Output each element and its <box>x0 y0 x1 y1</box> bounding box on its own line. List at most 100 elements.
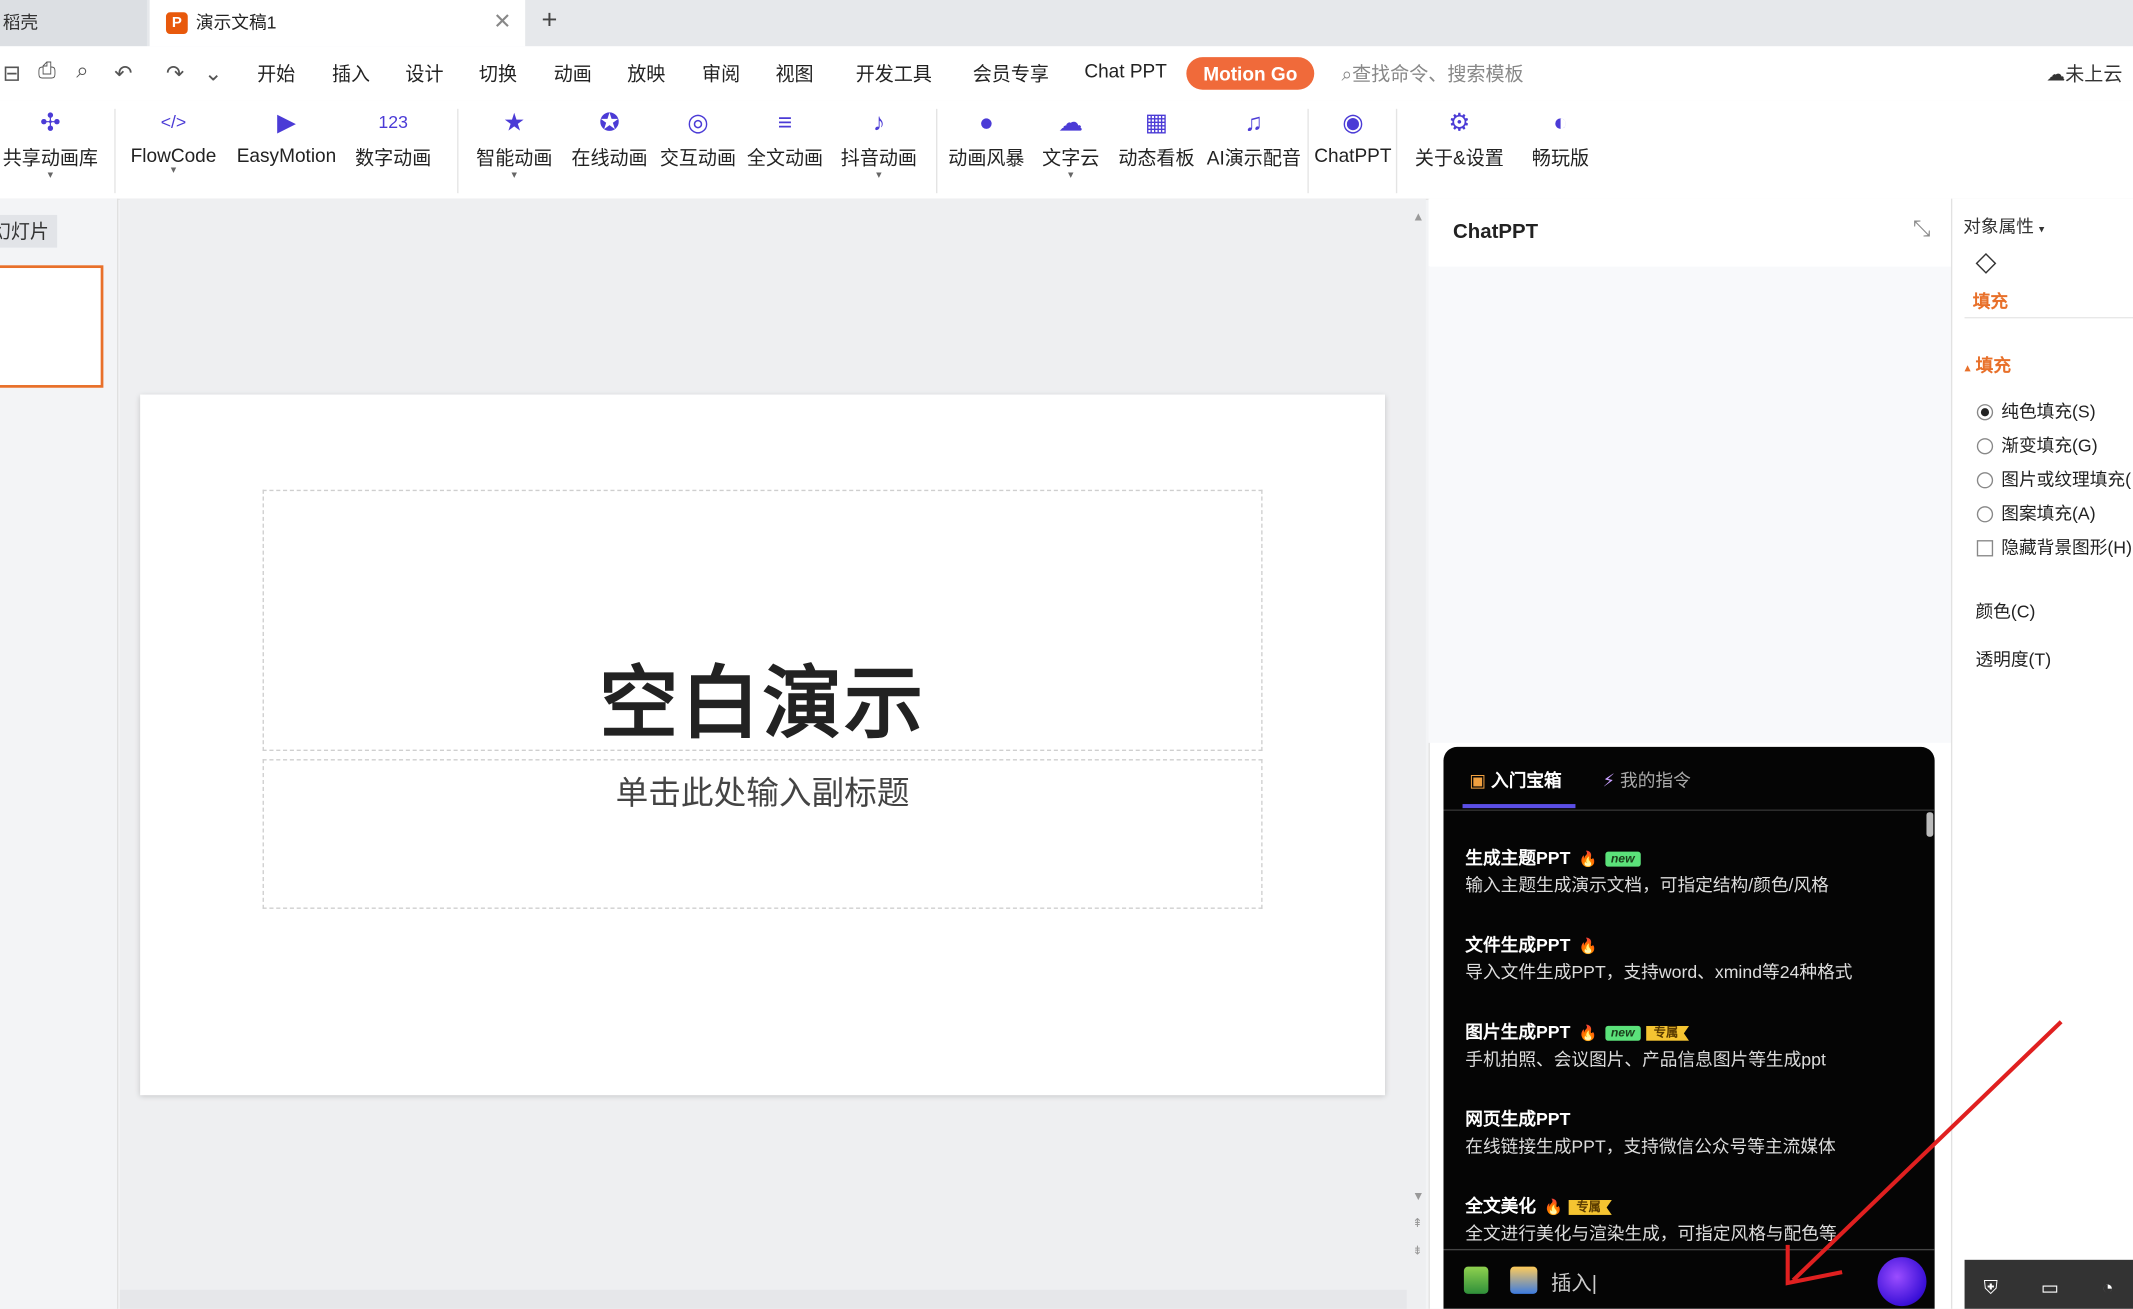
save-icon[interactable]: ⊟ <box>3 60 21 87</box>
menu-start[interactable]: 开始 <box>257 60 295 87</box>
motion-go-tab[interactable]: Motion Go <box>1186 57 1315 90</box>
ribbon-button-label: ChatPPT <box>1314 144 1392 166</box>
menu-developer[interactable]: 开发工具 <box>856 60 932 87</box>
head-icon: ● <box>978 108 994 137</box>
collapse-icon[interactable]: ⤡ <box>1913 218 1930 242</box>
add-tab-icon[interactable]: + <box>541 5 557 36</box>
hide-background-checkbox[interactable]: 隐藏背景图形(H) <box>1976 533 2132 559</box>
fill-section-toggle[interactable]: ▴ 填充 <box>1965 351 2011 377</box>
slide-thumbnail-1[interactable] <box>0 265 104 388</box>
color-label[interactable]: 颜色(C) <box>1975 597 2035 623</box>
tab-presentation1-label: 演示文稿1 <box>195 12 277 33</box>
hot-fire-icon: 🔥 <box>1578 938 1598 956</box>
new-badge: new <box>1605 851 1641 867</box>
menu-review[interactable]: 审阅 <box>702 60 740 87</box>
redo-icon[interactable]: ↷ <box>166 60 184 87</box>
cloud-status[interactable]: ☁未上云 <box>2046 60 2122 87</box>
feature-title: 文件生成PPT <box>1465 934 1571 956</box>
ribbon-button-label: 动画风暴 <box>948 146 1025 169</box>
object-properties-dropdown[interactable]: 对象属性 ▾ <box>1963 212 2044 238</box>
ribbon-button-9[interactable]: ● 动画风暴 <box>948 106 1024 171</box>
ribbon-button-5[interactable]: ✪ 在线动画 <box>571 106 647 171</box>
menu-insert[interactable]: 插入 <box>332 60 370 87</box>
tab-daoke[interactable]: 稻壳 <box>0 0 147 47</box>
menu-view[interactable]: 视图 <box>775 60 813 87</box>
feature-item[interactable]: 生成主题PPT 🔥 new <box>1465 844 1641 870</box>
print-icon[interactable]: ⎙ <box>38 60 55 84</box>
audio-wave-icon: ♫ <box>1244 108 1264 137</box>
popup-scrollbar[interactable] <box>1926 812 1934 837</box>
app-tray-icon[interactable]: ◔ <box>2102 1276 2114 1298</box>
feature-item[interactable]: 网页生成PPT <box>1465 1105 1570 1131</box>
transparency-label[interactable]: 透明度(T) <box>1975 645 2051 671</box>
ribbon-button-1[interactable]: </> FlowCode ▾ <box>131 106 217 175</box>
feature-item[interactable]: 图片生成PPT 🔥 new 专属 <box>1465 1018 1690 1044</box>
tab-fill[interactable]: 填充 <box>1973 287 2008 313</box>
next-slide-icon[interactable]: ⇟ <box>1412 1243 1422 1258</box>
ribbon-button-label: 畅玩版 <box>1531 146 1590 169</box>
ribbon-button-13[interactable]: ◉ ChatPPT <box>1314 106 1391 166</box>
popup-divider <box>1443 809 1935 811</box>
paint-bucket-icon[interactable]: ◇ <box>1975 245 1996 279</box>
toggle-icon: ◐ <box>1553 108 1568 137</box>
prev-slide-icon[interactable]: ⇞ <box>1412 1216 1422 1231</box>
tab-my-commands[interactable]: ⚡ 我的指令 <box>1603 766 1691 792</box>
ribbon-button-7[interactable]: ≡ 全文动画 <box>747 106 823 171</box>
ribbon-button-10[interactable]: ☁ 文字云 ▾ <box>1042 106 1099 180</box>
chevron-down-icon: ▾ <box>47 168 54 181</box>
notebook-icon[interactable] <box>1463 1266 1489 1294</box>
close-tab-icon[interactable]: ✕ <box>493 0 511 46</box>
ribbon-button-0[interactable]: ✣ 共享动画库 ▾ <box>3 106 98 181</box>
fill-option-radio[interactable]: 图案填充(A) <box>1976 499 2096 525</box>
ribbon-button-11[interactable]: ▦ 动态看板 <box>1118 106 1194 171</box>
feature-description: 输入主题生成演示文档，可指定结构/颜色/风格 <box>1465 874 1829 896</box>
radio-icon[interactable] <box>1976 472 1994 489</box>
fill-option-radio[interactable]: 图片或纹理填充( <box>1976 465 2131 491</box>
ribbon-button-4[interactable]: ★ 智能动画 ▾ <box>476 106 553 180</box>
share-nodes-icon: ✣ <box>40 108 61 137</box>
treasure-box-icon: ▣ <box>1469 770 1487 791</box>
tab-presentation1[interactable]: P 演示文稿1 ✕ <box>149 0 526 47</box>
hot-fire-icon: 🔥 <box>1544 1199 1563 1217</box>
scroll-up-icon[interactable]: ▲ <box>1412 210 1424 224</box>
menu-member[interactable]: 会员专享 <box>973 60 1049 87</box>
menu-animation[interactable]: 动画 <box>554 60 592 87</box>
command-input[interactable]: 插入| <box>1551 1268 1597 1297</box>
scroll-down-icon[interactable]: ▼ <box>1412 1189 1424 1203</box>
tab-starter-box[interactable]: ▣ 入门宝箱 <box>1469 766 1561 792</box>
notes-bar[interactable] <box>119 1289 1407 1309</box>
slide-subtitle[interactable]: 单击此处输入副标题 <box>263 766 1263 814</box>
tab-underline <box>1964 316 2133 319</box>
slide-title[interactable]: 空白演示 <box>263 639 1263 753</box>
image-upload-icon[interactable] <box>1510 1266 1538 1294</box>
fill-option-label: 纯色填充(S) <box>2001 401 2096 422</box>
radio-icon[interactable] <box>1976 438 1994 455</box>
undo-icon[interactable]: ↶ <box>114 60 132 87</box>
checkbox-icon[interactable] <box>1976 540 1994 557</box>
command-search[interactable]: ⌕查找命令、搜索模板 <box>1341 60 1523 87</box>
radio-icon[interactable] <box>1976 404 1994 421</box>
ribbon-button-14[interactable]: ⚙ 关于&设置 <box>1415 106 1504 171</box>
customize-toolbar-icon[interactable]: ⌄ <box>204 60 222 87</box>
ribbon-button-12[interactable]: ♫ AI演示配音 <box>1207 106 1301 171</box>
vertical-scrollbar[interactable]: ▲ ▼ ⇞ ⇟ <box>1406 204 1426 1293</box>
menu-design[interactable]: 设计 <box>405 60 443 87</box>
ribbon-button-6[interactable]: ◎ 交互动画 <box>660 106 736 171</box>
radio-icon[interactable] <box>1976 506 1994 523</box>
chatppt-title: ChatPPT <box>1453 220 1539 244</box>
feature-item[interactable]: 全文美化 🔥 专属 <box>1465 1192 1612 1218</box>
menu-chatppt[interactable]: Chat PPT <box>1084 60 1167 82</box>
fill-option-radio[interactable]: 纯色填充(S) <box>1976 397 2096 423</box>
ribbon-button-8[interactable]: ♪ 抖音动画 ▾ <box>841 106 917 180</box>
ribbon-button-15[interactable]: ◐ 畅玩版 <box>1532 106 1589 171</box>
fill-option-label: 隐藏背景图形(H) <box>2001 537 2132 558</box>
menu-transition[interactable]: 切换 <box>479 60 517 87</box>
new-badge: new <box>1605 1025 1641 1041</box>
menu-slideshow[interactable]: 放映 <box>627 60 665 87</box>
fill-option-radio[interactable]: 渐变填充(G) <box>1976 431 2098 457</box>
ribbon-button-label: 智能动画 <box>476 146 553 169</box>
ribbon-button-2[interactable]: ▶ EasyMotion <box>237 106 337 166</box>
feature-item[interactable]: 文件生成PPT 🔥 <box>1465 931 1597 957</box>
ribbon-button-3[interactable]: 123 数字动画 <box>355 106 431 171</box>
print-preview-icon[interactable]: ⌕ <box>76 60 88 84</box>
